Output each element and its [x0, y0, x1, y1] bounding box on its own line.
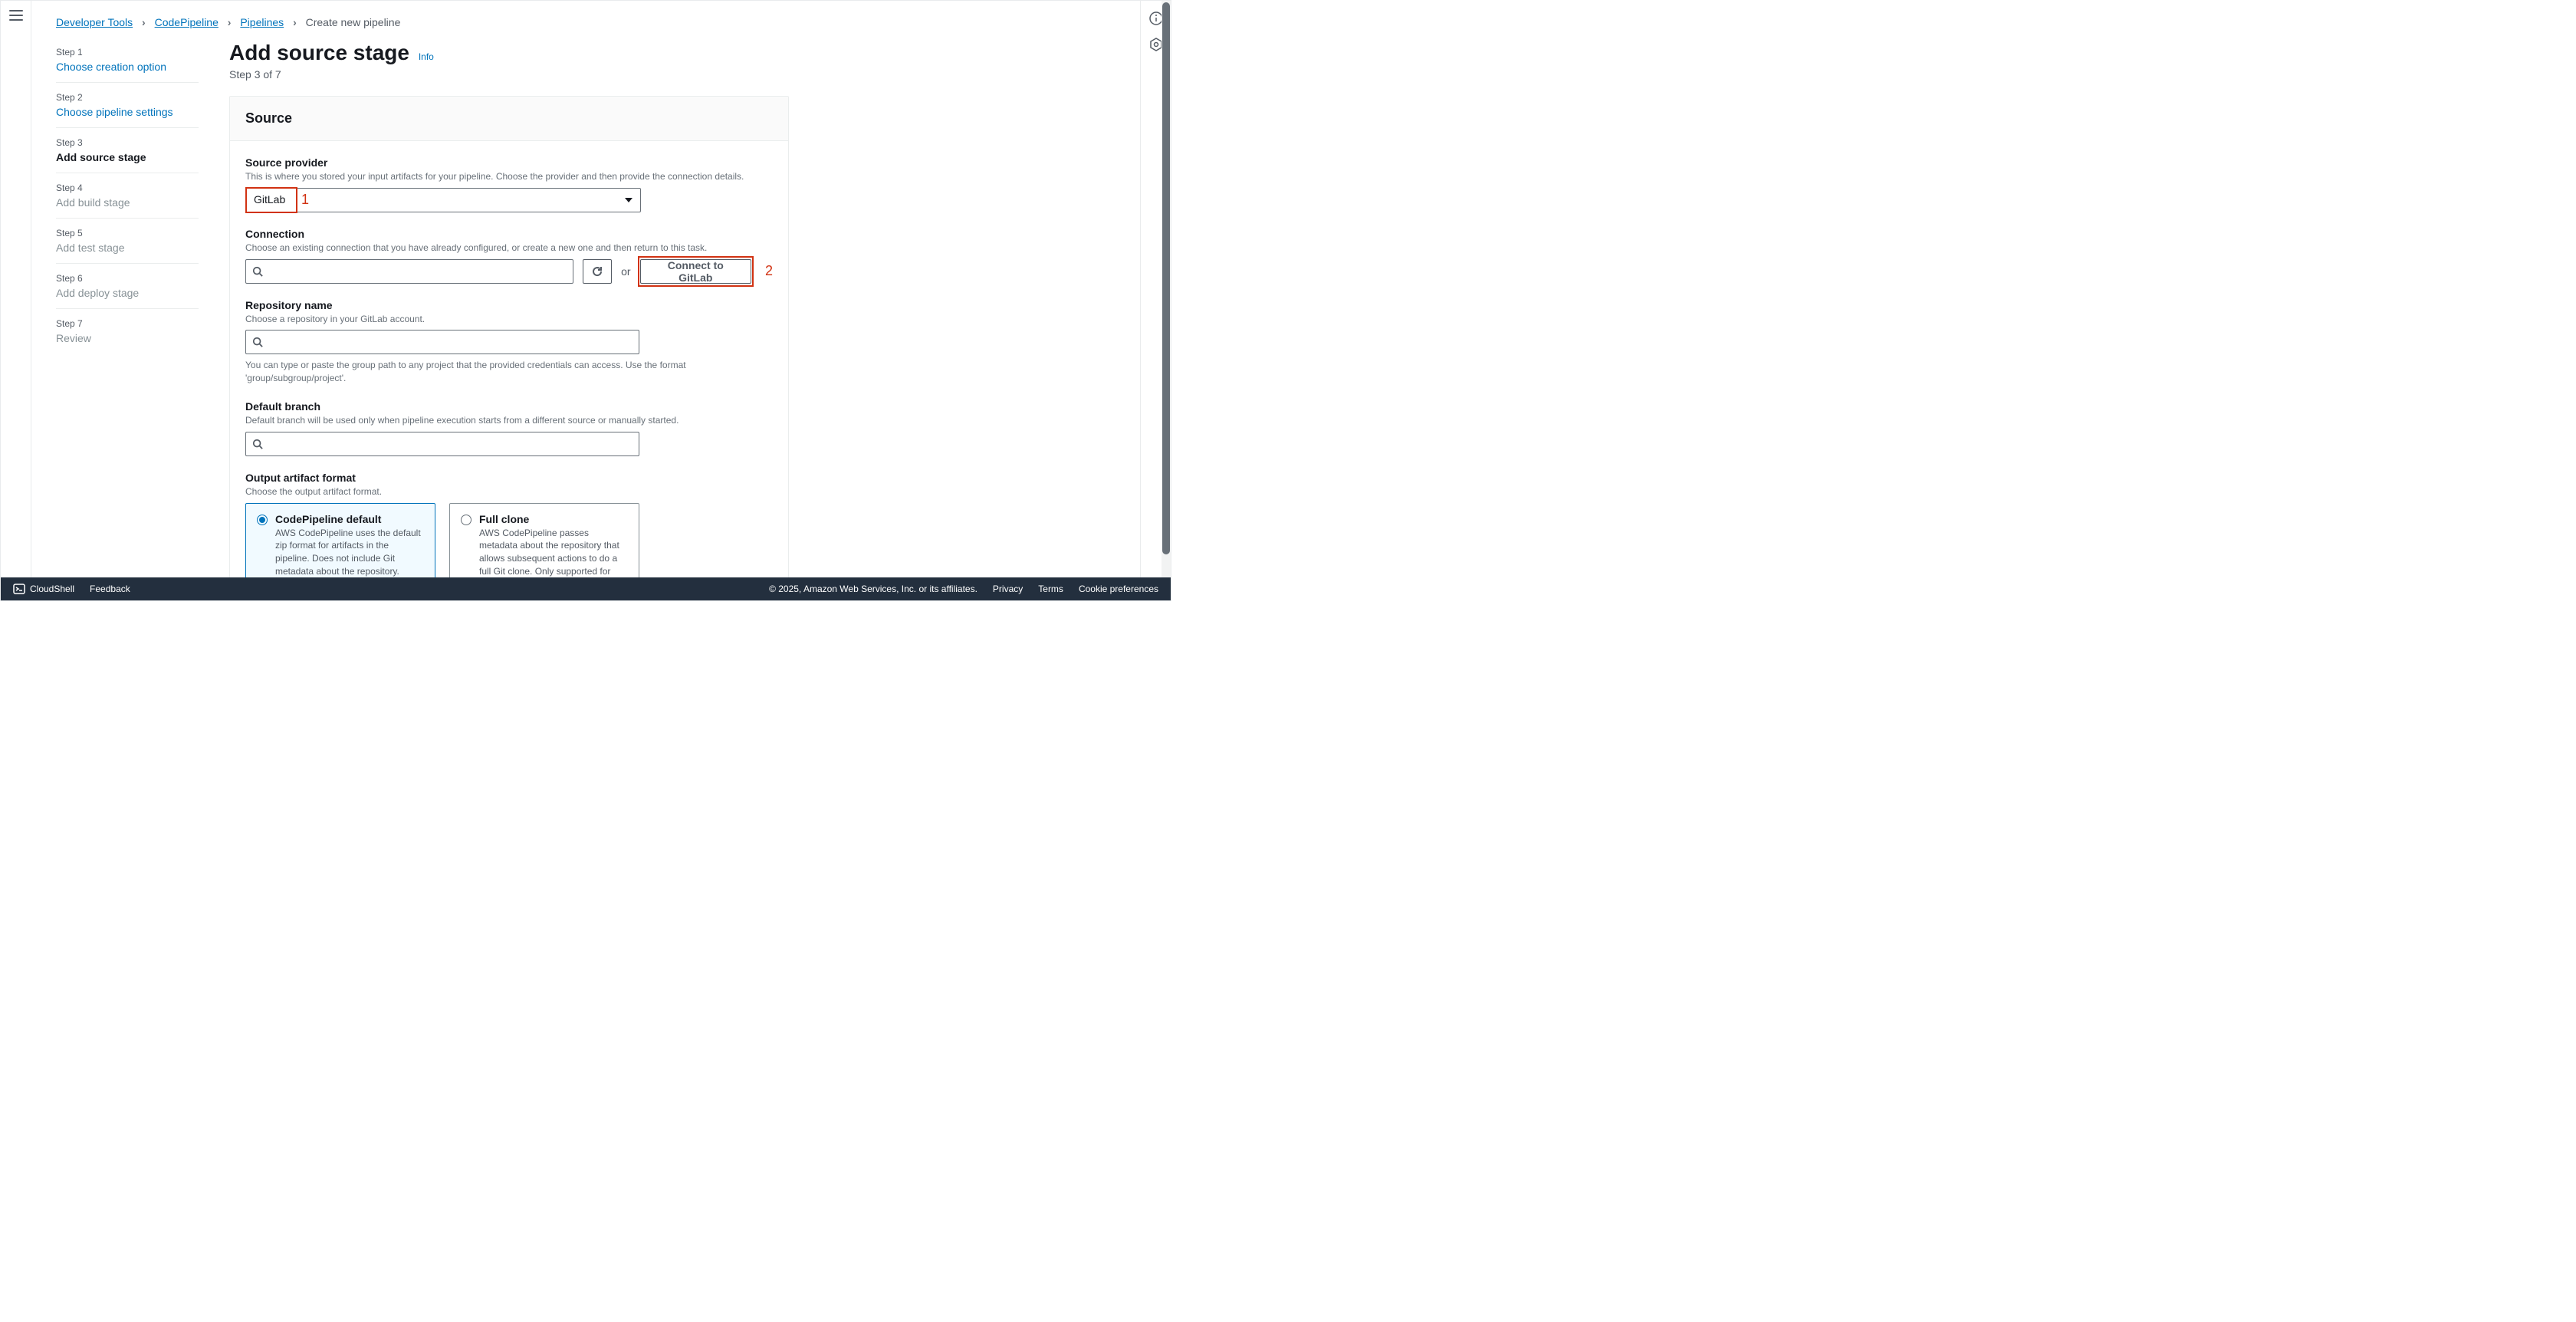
source-provider-label: Source provider [245, 156, 773, 169]
cloudshell-button[interactable]: CloudShell [13, 583, 74, 595]
scrollbar[interactable] [1162, 1, 1171, 577]
search-icon [252, 266, 263, 277]
step-num: Step 6 [56, 273, 199, 284]
step-disabled: Add deploy stage [56, 287, 199, 299]
radio-icon [461, 515, 472, 525]
repository-label: Repository name [245, 299, 773, 311]
branch-search[interactable] [245, 432, 639, 456]
connection-search[interactable] [245, 259, 573, 284]
step-disabled: Review [56, 332, 199, 344]
step-current: Add source stage [56, 151, 199, 163]
artifact-label: Output artifact format [245, 472, 773, 484]
breadcrumb-current: Create new pipeline [306, 16, 401, 28]
branch-label: Default branch [245, 400, 773, 413]
step-num: Step 3 [56, 137, 199, 148]
step-disabled: Add test stage [56, 242, 199, 254]
terms-link[interactable]: Terms [1038, 584, 1063, 594]
search-icon [252, 439, 263, 449]
artifact-help: Choose the output artifact format. [245, 485, 773, 498]
privacy-link[interactable]: Privacy [993, 584, 1023, 594]
hamburger-menu-icon[interactable] [9, 10, 23, 21]
panel-heading: Source [245, 110, 773, 127]
breadcrumb-link[interactable]: Developer Tools [56, 16, 133, 28]
page-subtitle: Step 3 of 7 [229, 68, 789, 81]
footer: CloudShell Feedback © 2025, Amazon Web S… [1, 577, 1171, 600]
connection-label: Connection [245, 228, 773, 240]
chevron-down-icon [625, 198, 632, 202]
source-provider-select[interactable]: GitLab 1 [245, 188, 641, 212]
info-link[interactable]: Info [419, 51, 434, 62]
step-num: Step 7 [56, 318, 199, 329]
step-link[interactable]: Choose creation option [56, 61, 199, 73]
or-text: or [621, 265, 630, 278]
repository-search[interactable] [245, 330, 639, 354]
branch-input[interactable] [268, 438, 632, 450]
annotation-number: 1 [301, 192, 309, 208]
breadcrumb-link[interactable]: CodePipeline [155, 16, 219, 28]
annotation-number: 2 [765, 263, 773, 279]
page-title: Add source stage [229, 41, 409, 65]
repository-footnote: You can type or paste the group path to … [245, 359, 773, 385]
info-panel-icon[interactable] [1149, 12, 1163, 25]
step-disabled: Add build stage [56, 196, 199, 209]
cookie-prefs-link[interactable]: Cookie preferences [1079, 584, 1158, 594]
source-panel: Source Source provider This is where you… [229, 96, 789, 577]
repository-help: Choose a repository in your GitLab accou… [245, 313, 773, 326]
refresh-button[interactable] [583, 259, 612, 284]
breadcrumb-link[interactable]: Pipelines [240, 16, 284, 28]
connection-input[interactable] [268, 265, 567, 278]
wizard-steps: Step 1 Choose creation option Step 2 Cho… [56, 41, 199, 577]
feedback-link[interactable]: Feedback [90, 584, 130, 594]
artifact-option-default[interactable]: CodePipeline default AWS CodePipeline us… [245, 503, 435, 577]
repository-input[interactable] [268, 336, 632, 348]
copyright: © 2025, Amazon Web Services, Inc. or its… [769, 584, 978, 594]
step-num: Step 5 [56, 228, 199, 238]
breadcrumb: Developer Tools › CodePipeline › Pipelin… [31, 1, 1140, 41]
refresh-icon [591, 265, 603, 278]
branch-help: Default branch will be used only when pi… [245, 414, 773, 427]
connect-gitlab-button[interactable]: Connect to GitLab [640, 259, 751, 284]
step-link[interactable]: Choose pipeline settings [56, 106, 199, 118]
step-num: Step 1 [56, 47, 199, 58]
source-provider-help: This is where you stored your input arti… [245, 170, 773, 183]
step-num: Step 4 [56, 183, 199, 193]
step-num: Step 2 [56, 92, 199, 103]
tools-panel-icon[interactable] [1149, 38, 1163, 51]
cloudshell-icon [13, 583, 25, 595]
connection-help: Choose an existing connection that you h… [245, 242, 773, 255]
search-icon [252, 337, 263, 347]
artifact-option-fullclone[interactable]: Full clone AWS CodePipeline passes metad… [449, 503, 639, 577]
radio-icon [257, 515, 268, 525]
